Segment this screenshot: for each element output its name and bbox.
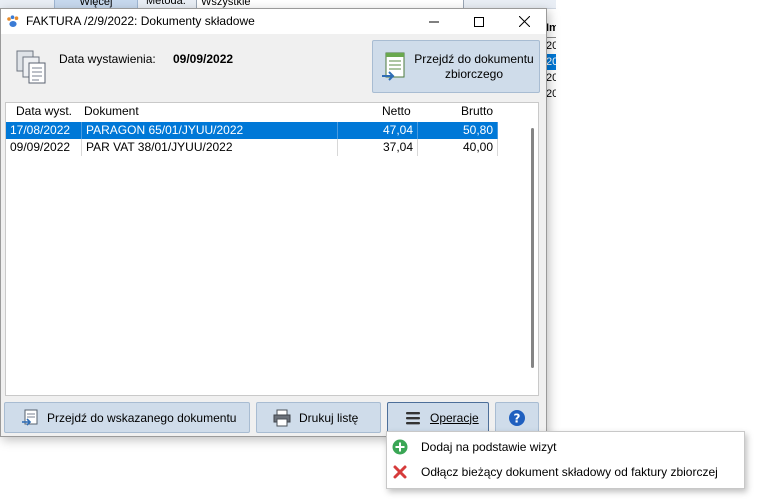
- help-button[interactable]: ?: [495, 402, 539, 433]
- background-list-row[interactable]: 20: [546, 38, 556, 54]
- list-scrollbar[interactable]: [531, 128, 534, 368]
- goto-summary-label-line1: Przejdź do dokumentu: [414, 52, 534, 66]
- cell-document: PARAGON 65/01/JYUU/2022: [82, 122, 338, 139]
- component-documents-dialog: FAKTURA /2/9/2022: Dokumenty składowe Da…: [0, 8, 547, 437]
- cell-net: 37,04: [338, 139, 418, 156]
- svg-text:?: ?: [514, 411, 521, 425]
- title-bar[interactable]: FAKTURA /2/9/2022: Dokumenty składowe: [1, 9, 546, 34]
- list-header: Data wyst. Dokument Netto Brutto: [6, 103, 518, 120]
- documents-icon: [16, 50, 46, 84]
- goto-selected-document-button[interactable]: Przejdź do wskazanego dokumentu: [4, 402, 250, 433]
- cell-date: 09/09/2022: [6, 139, 82, 156]
- minimize-icon: [429, 21, 439, 22]
- background-list-row[interactable]: 20: [546, 86, 556, 102]
- menu-item-detach-document[interactable]: Odłącz bieżący dokument składowy od fakt…: [387, 460, 744, 484]
- component-documents-list[interactable]: Data wyst. Dokument Netto Brutto 17/08/2…: [5, 102, 539, 396]
- menu-item-detach-label: Odłącz bieżący dokument składowy od fakt…: [421, 465, 718, 479]
- menu-item-add-from-visits[interactable]: Dodaj na podstawie wizyt: [387, 435, 744, 459]
- goto-document-icon: [22, 409, 38, 426]
- cell-net: 47,04: [338, 122, 418, 139]
- cell-document: PAR VAT 38/01/JYUU/2022: [82, 139, 338, 156]
- paw-icon: [7, 15, 19, 27]
- background-list-row[interactable]: 20: [546, 54, 556, 70]
- close-button[interactable]: [501, 9, 547, 34]
- goto-summary-document-button[interactable]: Przejdź do dokumentu zbiorczego: [372, 40, 540, 93]
- background-method-label: Metoda:: [146, 0, 186, 7]
- issue-date-label: Data wystawienia:: [59, 52, 156, 66]
- goto-summary-document-label: Przejdź do dokumentu zbiorczego: [409, 52, 539, 82]
- column-header-date[interactable]: Data wyst.: [16, 103, 72, 120]
- help-icon: ?: [509, 409, 525, 426]
- maximize-icon: [474, 16, 484, 27]
- issue-date-value: 09/09/2022: [173, 52, 234, 66]
- cell-date: 17/08/2022: [6, 122, 82, 139]
- goto-selected-document-label: Przejdź do wskazanego dokumentu: [47, 410, 237, 425]
- cell-gross: 40,00: [418, 139, 498, 156]
- operations-button[interactable]: Operacje: [387, 402, 489, 433]
- column-header-document[interactable]: Dokument: [84, 103, 139, 120]
- remove-icon: [393, 465, 407, 479]
- column-header-net[interactable]: Netto: [382, 103, 411, 120]
- table-row[interactable]: 09/09/2022 PAR VAT 38/01/JYUU/2022 37,04…: [6, 139, 498, 156]
- print-list-label: Drukuj listę: [299, 410, 359, 425]
- print-list-button[interactable]: Drukuj listę: [256, 402, 381, 433]
- close-icon: [518, 16, 530, 27]
- operations-label: Operacje: [430, 410, 479, 425]
- menu-icon: [406, 411, 420, 424]
- add-icon: [392, 439, 408, 455]
- background-list-row[interactable]: 20: [546, 70, 556, 86]
- summary-document-icon: [382, 52, 405, 81]
- operations-menu: Dodaj na podstawie wizyt Odłącz bieżący …: [386, 431, 745, 489]
- window-title: FAKTURA /2/9/2022: Dokumenty składowe: [26, 14, 255, 28]
- background-list-header: Im: [546, 20, 556, 38]
- printer-icon: [273, 409, 291, 426]
- minimize-button[interactable]: [411, 9, 457, 34]
- cell-gross: 50,80: [418, 122, 498, 139]
- maximize-button[interactable]: [456, 9, 502, 34]
- table-row[interactable]: 17/08/2022 PARAGON 65/01/JYUU/2022 47,04…: [6, 122, 498, 139]
- goto-summary-label-line2: zbiorczego: [444, 67, 504, 81]
- column-header-gross[interactable]: Brutto: [461, 103, 493, 120]
- background-list: Im 20 20 20 20: [546, 20, 556, 180]
- menu-item-add-label: Dodaj na podstawie wizyt: [421, 440, 557, 454]
